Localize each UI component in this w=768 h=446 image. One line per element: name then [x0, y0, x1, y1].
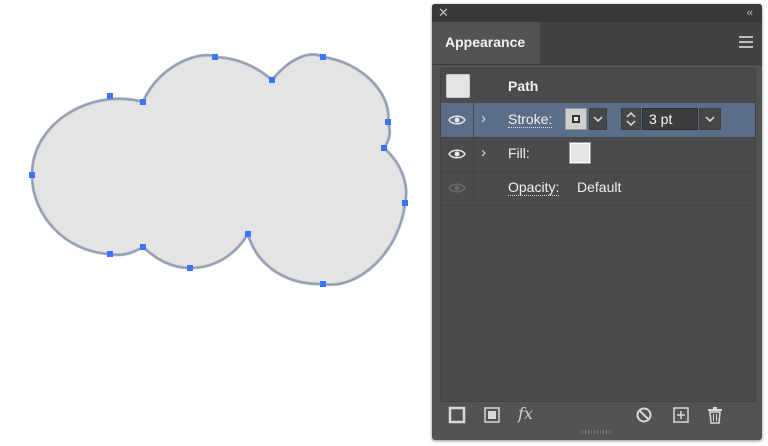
path-thumbnail	[446, 74, 470, 98]
stroke-weight-input[interactable]: 3 pt	[642, 108, 698, 130]
fill-color-swatch[interactable]	[569, 142, 591, 164]
opacity-row[interactable]: Opacity: Default	[441, 171, 755, 206]
path-label: Path	[508, 78, 539, 94]
path-row[interactable]: Path	[441, 69, 755, 104]
add-new-fill-icon[interactable]	[483, 406, 501, 424]
fill-label[interactable]: Fill:	[508, 145, 530, 161]
anchor-point[interactable]	[107, 251, 113, 257]
appearance-panel: ✕ ‹‹ Appearance Path › Stroke: 3 pt › Fi…	[432, 4, 762, 440]
anchor-point[interactable]	[269, 77, 275, 83]
anchor-point[interactable]	[381, 145, 387, 151]
anchor-point[interactable]	[140, 244, 146, 250]
stroke-weight-dropdown[interactable]	[699, 108, 721, 130]
opacity-value: Default	[577, 179, 622, 195]
anchor-point[interactable]	[29, 172, 35, 178]
stroke-weight-stepper[interactable]	[621, 108, 641, 130]
fill-row[interactable]: › Fill:	[441, 137, 755, 172]
chevron-down-icon	[593, 116, 603, 122]
visibility-eye-icon[interactable]	[448, 182, 466, 194]
artboard-canvas[interactable]	[0, 0, 430, 446]
stroke-color-swatch[interactable]	[565, 108, 587, 130]
duplicate-item-icon[interactable]	[672, 406, 690, 424]
expand-chevron-icon[interactable]: ›	[481, 144, 486, 161]
anchor-point[interactable]	[402, 200, 408, 206]
anchor-point[interactable]	[107, 93, 113, 99]
anchor-point[interactable]	[187, 265, 193, 271]
anchor-point[interactable]	[140, 99, 146, 105]
eye-column	[441, 171, 474, 205]
anchor-point[interactable]	[212, 54, 218, 60]
close-icon[interactable]: ✕	[438, 5, 449, 21]
anchor-point[interactable]	[385, 119, 391, 125]
stroke-color-dropdown[interactable]	[589, 108, 607, 130]
add-new-stroke-icon[interactable]	[448, 406, 466, 424]
expand-chevron-icon[interactable]: ›	[481, 110, 486, 127]
opacity-label[interactable]: Opacity:	[508, 179, 560, 196]
visibility-eye-icon[interactable]	[448, 114, 466, 126]
panel-tab-bar: Appearance	[432, 22, 762, 65]
eye-column	[441, 103, 474, 137]
panel-bottom-toolbar: fx	[432, 402, 762, 430]
hamburger-menu-icon[interactable]	[739, 36, 753, 48]
panel-title-bar[interactable]: ✕ ‹‹	[432, 4, 762, 22]
anchor-point[interactable]	[320, 54, 326, 60]
stroke-row[interactable]: › Stroke: 3 pt	[441, 103, 755, 138]
stroke-label[interactable]: Stroke:	[508, 111, 553, 128]
fx-icon[interactable]: fx	[518, 404, 533, 423]
tab-appearance[interactable]: Appearance	[432, 22, 540, 64]
resize-grip[interactable]	[582, 430, 610, 434]
eye-column	[441, 137, 474, 171]
chevron-down-icon	[705, 116, 715, 122]
clear-appearance-icon[interactable]	[635, 406, 653, 424]
anchor-point[interactable]	[245, 231, 251, 237]
up-down-arrows-icon	[626, 111, 636, 127]
visibility-eye-icon[interactable]	[448, 148, 466, 160]
collapse-panel-icon[interactable]: ‹‹	[747, 5, 753, 21]
anchor-point[interactable]	[320, 281, 326, 287]
appearance-list: Path › Stroke: 3 pt › Fill: Opacity: Def…	[440, 68, 756, 402]
delete-icon[interactable]	[706, 406, 724, 424]
